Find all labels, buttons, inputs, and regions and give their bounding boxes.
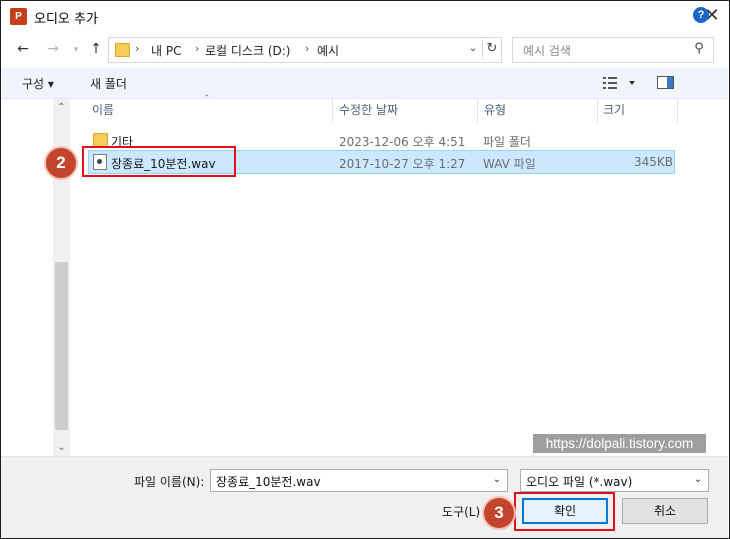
file-date: 2023-12-06 오후 4:51 [339,135,466,149]
column-divider[interactable] [477,99,478,123]
refresh-icon[interactable]: ↻ [482,39,501,59]
file-type: WAV 파일 [483,157,536,171]
title-bar [1,1,729,34]
file-date: 2017-10-27 오후 1:27 [339,157,466,171]
chevron-down-icon: ▾ [73,45,79,55]
breadcrumb-separator-icon: › [305,42,310,55]
filter-value: 오디오 파일 (*.wav) [526,475,633,489]
powerpoint-icon: P [10,8,27,25]
column-header-size[interactable]: 크기 [603,101,625,118]
arrow-right-icon: → [47,41,59,57]
highlight-box-file [82,146,236,177]
search-icon: ⚲ [694,41,704,56]
recent-locations-button[interactable]: ▾ [66,40,86,60]
column-header-name[interactable]: 이름 [92,101,114,118]
folder-icon [93,133,108,147]
view-options-button[interactable] [603,76,637,93]
search-box[interactable]: 예시 검색 ⚲ [512,37,714,63]
forward-button[interactable]: → [43,39,63,59]
column-divider[interactable] [677,99,678,123]
folder-icon [115,43,130,57]
step-badge-3: 3 [484,498,514,528]
column-divider[interactable] [597,99,598,123]
filename-value[interactable]: 장종료_10분전.wav [216,473,321,490]
column-header-type[interactable]: 유형 [484,101,506,118]
dialog-title: 오디오 추가 [34,12,98,27]
navigation-pane[interactable] [1,99,53,456]
filename-input[interactable]: 장종료_10분전.wav ⌄ [210,469,508,492]
sort-ascending-icon: ⌃ [203,94,211,104]
chevron-down-icon[interactable]: ⌄ [489,472,505,488]
step-badge-2: 2 [46,148,76,178]
file-size: 345KB [634,155,674,169]
breadcrumb-separator-icon: › [135,42,140,55]
preview-pane-icon [657,76,674,89]
cancel-button[interactable]: 취소 [622,498,708,524]
help-icon[interactable]: ? [693,7,709,23]
column-divider[interactable] [332,99,333,123]
up-button[interactable]: ↑ [86,39,106,59]
file-type: 파일 폴더 [483,135,531,149]
organize-button[interactable]: 구성 ▾ [22,75,54,92]
new-folder-button[interactable]: 새 폴더 [90,75,127,92]
search-input[interactable]: 예시 검색 [523,42,571,59]
scroll-up-icon[interactable]: ⌃ [53,100,70,116]
scrollbar-thumb[interactable] [55,262,68,430]
tools-button[interactable]: 도구(L) ▾ [442,503,490,520]
breadcrumb-this-pc[interactable]: 내 PC [151,42,181,59]
filename-label: 파일 이름(N): [134,475,205,489]
breadcrumb-local-disk[interactable]: 로컬 디스크 (D:) [205,42,290,59]
address-dropdown-icon[interactable]: ⌄ [465,40,481,58]
view-list-icon [603,77,635,89]
back-button[interactable]: ← [13,39,33,59]
watermark: https://dolpali.tistory.com [533,434,706,453]
column-header-date[interactable]: 수정한 날짜 [339,101,398,118]
arrow-up-icon: ↑ [90,41,102,57]
breadcrumb-separator-icon: › [195,42,200,55]
chevron-down-icon[interactable]: ⌄ [690,472,706,488]
address-bar[interactable]: › 내 PC › 로컬 디스크 (D:) › 예시 ⌄ ↻ [108,37,502,63]
scroll-down-icon[interactable]: ⌄ [53,440,70,456]
highlight-box-ok [514,492,615,531]
breadcrumb-example[interactable]: 예시 [317,42,339,59]
arrow-left-icon: ← [17,41,29,57]
file-type-filter[interactable]: 오디오 파일 (*.wav) ⌄ [520,469,709,492]
preview-pane-button[interactable] [657,76,675,93]
